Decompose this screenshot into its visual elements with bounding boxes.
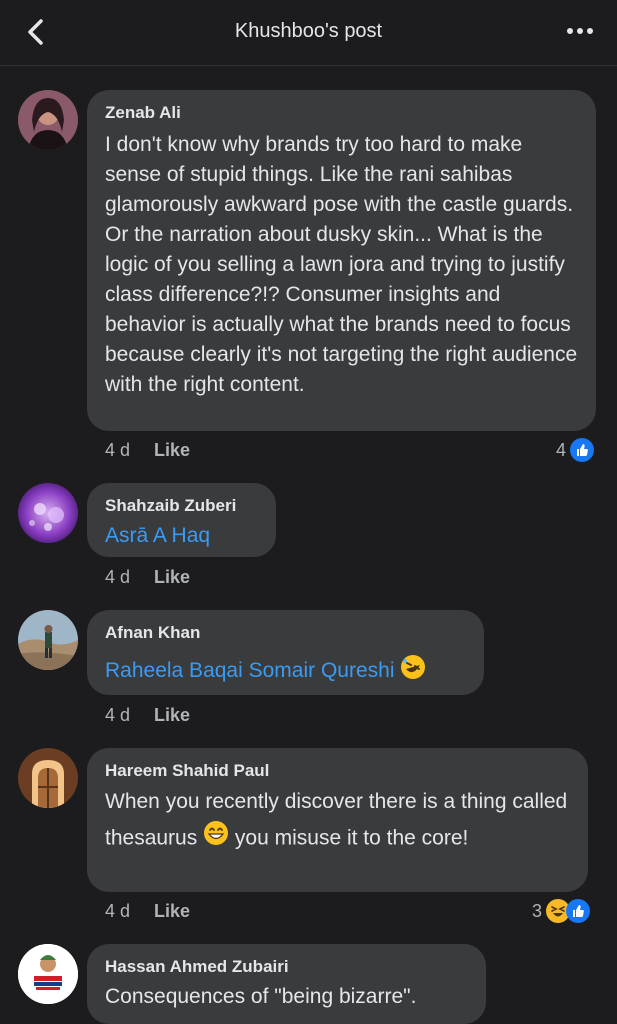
comment-text: Consequences of "being bizarre". [105, 985, 417, 1008]
thumbs-up-icon [566, 899, 591, 923]
comment-time[interactable]: 4 d [105, 440, 130, 461]
avatar[interactable] [18, 748, 78, 808]
comment-meta: 4 d Like [105, 567, 190, 588]
like-button[interactable]: Like [154, 705, 190, 726]
rolling-laughing-emoji [400, 654, 426, 689]
mention-link[interactable]: Raheela Baqai Somair Qureshi [105, 659, 395, 682]
like-button[interactable]: Like [154, 567, 190, 588]
comment-bubble[interactable]: Zenab Ali I don't know why brands try to… [87, 90, 596, 431]
comment-text: you misuse it to the core! [234, 826, 469, 850]
top-navigation-bar: Khushboo's post [0, 0, 617, 66]
comment-author[interactable]: Hassan Ahmed Zubairi [105, 956, 468, 978]
like-button[interactable]: Like [154, 440, 190, 461]
avatar[interactable] [18, 610, 78, 670]
comment-bubble[interactable]: Hassan Ahmed Zubairi Consequences of "be… [87, 944, 486, 1024]
comment-meta: 4 d Like [105, 901, 190, 922]
comment-time[interactable]: 4 d [105, 705, 130, 726]
comment-meta: 4 d Like [105, 440, 190, 461]
comment-time[interactable]: 4 d [105, 901, 130, 922]
comment-time[interactable]: 4 d [105, 567, 130, 588]
comment-author[interactable]: Afnan Khan [105, 622, 466, 644]
comment-author[interactable]: Zenab Ali [105, 102, 578, 124]
comment-bubble[interactable]: Hareem Shahid Paul When you recently dis… [87, 748, 588, 892]
comment-bubble[interactable]: Afnan Khan Raheela Baqai Somair Qureshi [87, 610, 484, 695]
grinning-face-emoji [203, 820, 229, 858]
reaction-count: 3 [532, 900, 543, 921]
reaction-summary[interactable]: 4 [556, 438, 595, 462]
avatar[interactable] [18, 944, 78, 1004]
like-button[interactable]: Like [154, 901, 190, 922]
comment-text: I don't know why brands try too hard to … [105, 133, 578, 396]
more-horizontal-icon [567, 28, 593, 34]
reaction-count: 4 [556, 439, 567, 460]
page-title: Khushboo's post [234, 20, 383, 42]
comment-author[interactable]: Hareem Shahid Paul [105, 760, 570, 782]
avatar[interactable] [18, 90, 78, 150]
comment-meta: 4 d Like [105, 705, 190, 726]
reaction-summary[interactable]: 3 [532, 899, 591, 923]
mention-link[interactable]: Asrā A Haq [105, 521, 258, 551]
more-options-button[interactable] [565, 18, 595, 44]
comment-bubble[interactable]: Shahzaib Zuberi Asrā A Haq [87, 483, 276, 557]
avatar[interactable] [18, 483, 78, 543]
comment-author[interactable]: Shahzaib Zuberi [105, 495, 258, 517]
thumbs-up-icon [570, 438, 595, 462]
